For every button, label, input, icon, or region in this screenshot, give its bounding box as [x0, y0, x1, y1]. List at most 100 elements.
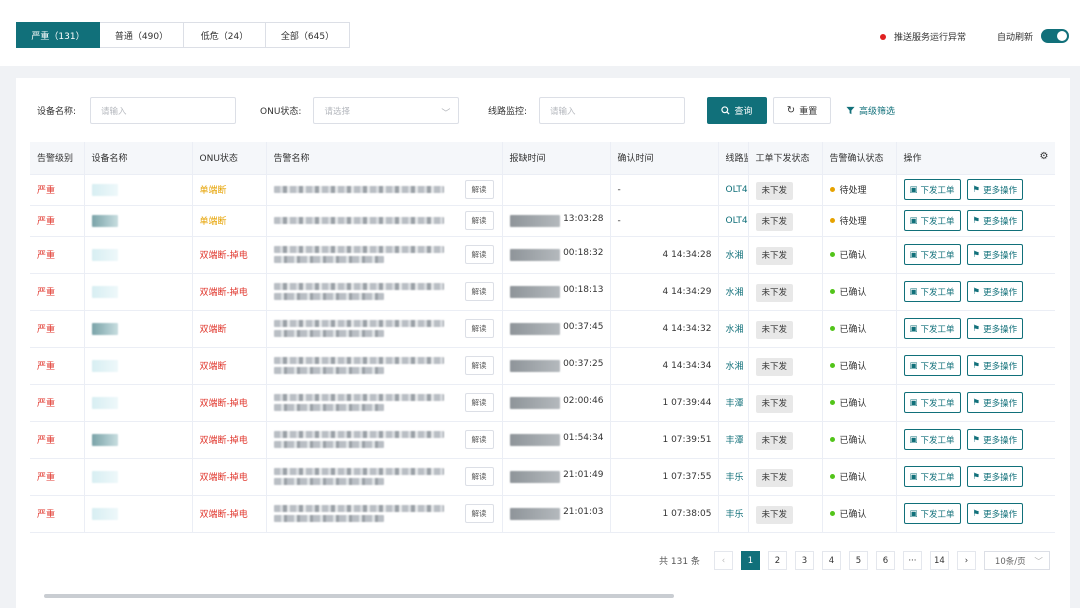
interpret-button[interactable]: 解读 — [464, 211, 494, 230]
dispatch-order-label: 下发工单 — [920, 250, 955, 261]
device-name-input[interactable]: 请输入 — [90, 97, 237, 124]
more-actions-button[interactable]: ⚑ 更多操作 — [966, 466, 1024, 487]
page-4[interactable]: 4 — [821, 551, 841, 570]
tab-severe[interactable]: 严重（131） — [16, 22, 100, 48]
advanced-filter-link[interactable]: 高级筛选 — [846, 104, 895, 117]
more-actions-button[interactable]: ⚑ 更多操作 — [966, 355, 1024, 376]
dispatch-order-button[interactable]: ▣ 下发工单 — [903, 429, 961, 450]
dispatch-order-button[interactable]: ▣ 下发工单 — [903, 503, 961, 524]
interpret-button[interactable]: 解读 — [464, 245, 494, 264]
more-actions-label: 更多操作 — [983, 361, 1018, 372]
dispatch-order-button[interactable]: ▣ 下发工单 — [903, 179, 961, 200]
page-3[interactable]: 3 — [794, 551, 814, 570]
page-14[interactable]: 14 — [929, 551, 949, 570]
line-monitor[interactable]: 丰潭 — [718, 384, 749, 422]
device-name-cell[interactable] — [84, 205, 193, 237]
line-monitor[interactable]: 水湘 — [718, 310, 749, 348]
line-monitor[interactable]: 水湘 — [718, 273, 749, 311]
device-name-cell[interactable] — [84, 236, 193, 274]
redacted-alarm-name — [273, 320, 444, 327]
line-monitor[interactable]: 丰乐 — [718, 495, 749, 533]
interpret-button[interactable]: 解读 — [464, 356, 494, 375]
next-page-button[interactable]: › — [956, 551, 976, 570]
confirm-time-value: - — [617, 184, 621, 195]
tab-low[interactable]: 低危（24） — [184, 22, 266, 48]
page-6[interactable]: 6 — [875, 551, 895, 570]
dispatch-order-button[interactable]: ▣ 下发工单 — [903, 244, 961, 265]
line-monitor[interactable]: 水湘 — [718, 236, 749, 274]
dispatch-order-label: 下发工单 — [920, 435, 955, 446]
tab-all[interactable]: 全部（645） — [266, 22, 350, 48]
confirm-time: - — [610, 174, 719, 206]
redacted-alarm-name — [273, 283, 444, 290]
dispatch-order-button[interactable]: ▣ 下发工单 — [903, 281, 961, 302]
alarm-name-cell: 解读 — [266, 310, 503, 348]
tab-normal[interactable]: 普通（490） — [100, 22, 184, 48]
redacted-alarm-name-line2 — [273, 256, 384, 263]
interpret-button[interactable]: 解读 — [464, 282, 494, 301]
confirm-status: 待处理 — [822, 174, 897, 206]
page-5[interactable]: 5 — [848, 551, 868, 570]
more-actions-button[interactable]: ⚑ 更多操作 — [966, 318, 1024, 339]
more-actions-button[interactable]: ⚑ 更多操作 — [966, 210, 1024, 231]
interpret-button[interactable]: 解读 — [464, 504, 494, 523]
dispatch-order-button[interactable]: ▣ 下发工单 — [903, 355, 961, 376]
auto-refresh-toggle[interactable] — [1041, 29, 1070, 43]
device-name-cell[interactable] — [84, 458, 193, 496]
more-actions-button[interactable]: ⚑ 更多操作 — [966, 503, 1024, 524]
page-ellipsis[interactable]: ··· — [902, 551, 922, 570]
search-button-label: 查询 — [734, 107, 753, 117]
search-button[interactable]: 查询 — [707, 97, 767, 124]
line-monitor[interactable]: 水湘 — [718, 347, 749, 385]
dispatch-order-button[interactable]: ▣ 下发工单 — [903, 210, 961, 231]
confirm-state-label: 已确认 — [839, 362, 867, 372]
onu-status-select[interactable]: 请选择 ﹀ — [313, 97, 460, 124]
device-name-cell[interactable] — [84, 174, 193, 206]
interpret-button[interactable]: 解读 — [464, 430, 494, 449]
more-actions-button[interactable]: ⚑ 更多操作 — [966, 244, 1024, 265]
redacted-device-name — [91, 433, 118, 446]
interpret-button[interactable]: 解读 — [464, 467, 494, 486]
page-2[interactable]: 2 — [767, 551, 787, 570]
redacted-device-name — [91, 396, 118, 409]
more-actions-button[interactable]: ⚑ 更多操作 — [966, 281, 1024, 302]
clipboard-icon: ▣ — [909, 215, 918, 226]
device-name-cell[interactable] — [84, 495, 193, 533]
more-actions-label: 更多操作 — [983, 216, 1018, 227]
redacted-date — [509, 397, 560, 409]
page-1[interactable]: 1 — [740, 551, 760, 570]
line-monitor[interactable]: OLT4 — [718, 174, 749, 206]
dispatch-order-label: 下发工单 — [920, 287, 955, 298]
line-monitor[interactable]: 丰潭 — [718, 421, 749, 459]
device-name-cell[interactable] — [84, 347, 193, 385]
reset-button[interactable]: ↻ 重置 — [773, 97, 831, 124]
dispatch-order-label: 下发工单 — [920, 509, 955, 520]
horizontal-scrollbar[interactable] — [44, 594, 674, 598]
report-time: 00:37:25 — [502, 347, 611, 385]
confirm-time-value: 4 14:34:28 — [662, 249, 712, 260]
more-actions-button[interactable]: ⚑ 更多操作 — [966, 179, 1024, 200]
device-name-cell[interactable] — [84, 384, 193, 422]
page-size-select[interactable]: 10条/页 ﹀ — [983, 551, 1050, 570]
gear-icon[interactable]: ⚙ — [1040, 151, 1049, 162]
dispatch-order-button[interactable]: ▣ 下发工单 — [903, 466, 961, 487]
dispatch-order-button[interactable]: ▣ 下发工单 — [903, 318, 961, 339]
clipboard-icon: ▣ — [909, 184, 918, 195]
confirm-time: 4 14:34:34 — [610, 347, 719, 385]
more-actions-button[interactable]: ⚑ 更多操作 — [966, 429, 1024, 450]
interpret-button[interactable]: 解读 — [464, 393, 494, 412]
device-name-cell[interactable] — [84, 273, 193, 311]
prev-page-button[interactable]: ‹ — [713, 551, 733, 570]
dispatch-chip: 未下发 — [755, 505, 794, 524]
line-monitor[interactable]: 丰乐 — [718, 458, 749, 496]
device-name-cell[interactable] — [84, 421, 193, 459]
line-monitor[interactable]: OLT4 — [718, 205, 749, 237]
line-monitor-input[interactable]: 请输入 — [539, 97, 686, 124]
device-name-cell[interactable] — [84, 310, 193, 348]
report-time-value: 21:01:03 — [563, 507, 604, 517]
dispatch-order-button[interactable]: ▣ 下发工单 — [903, 392, 961, 413]
interpret-button[interactable]: 解读 — [464, 180, 494, 199]
interpret-button[interactable]: 解读 — [464, 319, 494, 338]
table-row: 严重 双端断 解读 00:37:25 4 14:34:34 水湘 未下发 已确认 ▣ 下发工单 ⚑ 更… — [30, 347, 1055, 385]
more-actions-button[interactable]: ⚑ 更多操作 — [966, 392, 1024, 413]
